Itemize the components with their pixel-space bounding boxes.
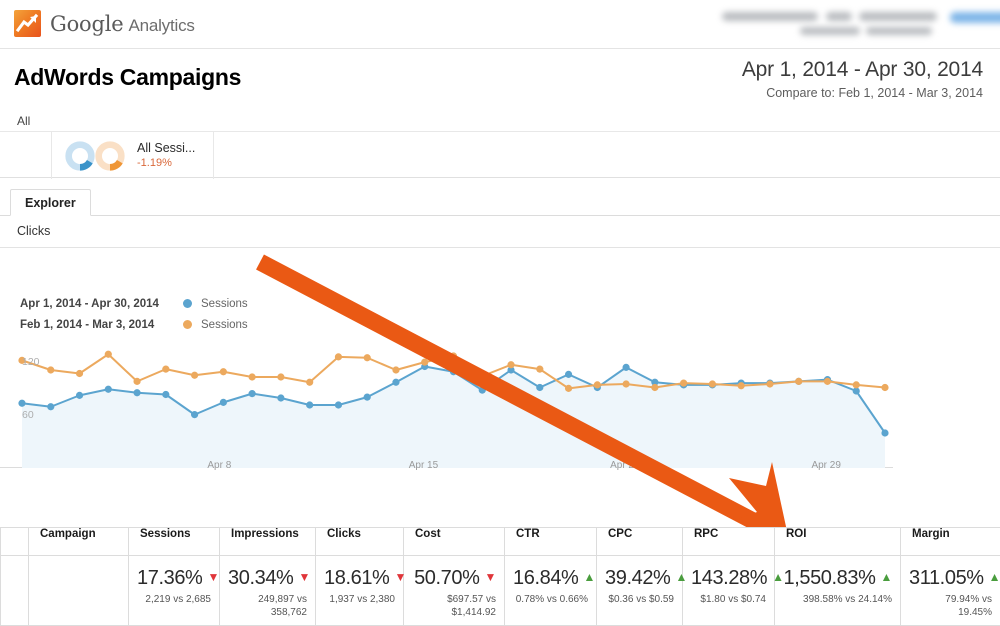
- x-axis-tick: Apr 22: [610, 460, 639, 471]
- metric-percent: 143.28%▲: [691, 566, 766, 589]
- legend-name-current: Sessions: [201, 298, 248, 310]
- segment-name: All Sessi...: [137, 141, 195, 155]
- segment-group-label: All: [17, 114, 30, 128]
- col-impressions[interactable]: Impressions: [220, 528, 316, 556]
- metric-comparison: $1.80 vs $0.74: [691, 593, 766, 606]
- arrow-up-icon: ▲: [881, 566, 892, 588]
- metric-cell-cost: 50.70%▼ $697.57 vs $1,414.92: [404, 556, 505, 626]
- sessions-trend-chart: Apr 1, 2014 - Apr 30, 2014 Sessions Feb …: [0, 248, 1000, 513]
- logo-google-text: Google: [50, 12, 123, 36]
- metric-label-clicks[interactable]: Clicks: [17, 224, 50, 238]
- segment-delta: -1.19%: [137, 157, 195, 170]
- metric-comparison: 2,219 vs 2,685: [137, 593, 211, 606]
- col-margin[interactable]: Margin: [901, 528, 1000, 556]
- metric-comparison: 398.58% vs 24.14%: [783, 593, 892, 606]
- metric-percent: 311.05%▲: [909, 566, 992, 589]
- date-range-selector[interactable]: Apr 1, 2014 - Apr 30, 2014 Compare to: F…: [742, 58, 983, 100]
- metric-cell-ctr: 16.84%▲ 0.78% vs 0.66%: [505, 556, 597, 626]
- metric-sub-nav: Clicks: [0, 216, 1000, 248]
- segment-donuts: [63, 139, 127, 173]
- arrow-down-icon: ▼: [207, 566, 218, 588]
- metric-cell-impressions: 30.34%▼ 249,897 vs 358,762: [220, 556, 316, 626]
- y-axis-tick: 120: [22, 356, 40, 368]
- metric-percent: 39.42%▲: [605, 566, 674, 589]
- date-range-primary: Apr 1, 2014 - Apr 30, 2014: [742, 58, 983, 82]
- col-ctr[interactable]: CTR: [505, 528, 597, 556]
- arrow-up-icon: ▲: [989, 566, 1000, 588]
- row-select-cell[interactable]: [1, 556, 29, 626]
- metric-percent: 18.61%▼: [324, 566, 395, 589]
- donut-orange-icon: [93, 139, 127, 173]
- metric-cell-clicks: 18.61%▼ 1,937 vs 2,380: [316, 556, 404, 626]
- col-rpc[interactable]: RPC: [683, 528, 775, 556]
- top-bar: Google Analytics: [0, 0, 1000, 49]
- col-clicks[interactable]: Clicks: [316, 528, 404, 556]
- tab-explorer[interactable]: Explorer: [10, 189, 91, 216]
- metric-comparison: $0.36 vs $0.59: [605, 593, 674, 606]
- legend-date-current: Apr 1, 2014 - Apr 30, 2014: [20, 298, 183, 310]
- col-select[interactable]: [1, 528, 29, 556]
- logo-wordmark: Google Analytics: [50, 12, 195, 36]
- metric-cell-sessions: 17.36%▼ 2,219 vs 2,685: [129, 556, 220, 626]
- segment-chip-all-sessions[interactable]: All Sessi... -1.19%: [52, 132, 195, 179]
- campaign-cell[interactable]: [29, 556, 129, 626]
- metric-comparison: 0.78% vs 0.66%: [513, 593, 588, 606]
- segment-divider-right: [213, 132, 214, 179]
- metric-comparison: $697.57 vs $1,414.92: [412, 593, 496, 619]
- arrow-up-icon: ▲: [772, 566, 783, 588]
- segment-chip-text: All Sessi... -1.19%: [137, 141, 195, 170]
- arrow-down-icon: ▼: [485, 566, 496, 588]
- analytics-report-page: Google Analytics AdWords Campaigns Apr 1,…: [0, 0, 1000, 626]
- table-row[interactable]: 17.36%▼ 2,219 vs 2,685 30.34%▼ 249,897 vs 3…: [1, 556, 1000, 626]
- page-title: AdWords Campaigns: [14, 64, 241, 91]
- logo-analytics-text: Analytics: [128, 16, 194, 35]
- metric-percent: 1,550.83%▲: [783, 566, 892, 589]
- account-info-redacted[interactable]: [704, 8, 990, 40]
- legend-dot-current: [183, 299, 192, 308]
- x-axis-tick: Apr 8: [207, 460, 231, 471]
- y-axis-tick: 60: [22, 409, 34, 421]
- arrow-down-icon: ▼: [394, 566, 405, 588]
- chart-plot-area: [0, 328, 1000, 468]
- donut-blue-icon: [63, 139, 97, 173]
- metric-comparison: 1,937 vs 2,380: [324, 593, 395, 606]
- metric-percent: 50.70%▼: [412, 566, 496, 589]
- campaign-metrics-table: Campaign Sessions Impressions Clicks Cos…: [0, 527, 1000, 626]
- metric-cell-rpc: 143.28%▲ $1.80 vs $0.74: [683, 556, 775, 626]
- legend-item-current[interactable]: Apr 1, 2014 - Apr 30, 2014 Sessions: [20, 293, 248, 314]
- metric-cell-cpc: 39.42%▲ $0.36 vs $0.59: [597, 556, 683, 626]
- x-axis-tick: Apr 15: [409, 460, 438, 471]
- col-roi[interactable]: ROI: [775, 528, 901, 556]
- segment-bar: All Sessi... -1.19%: [0, 131, 1000, 178]
- metric-comparison: 249,897 vs 358,762: [228, 593, 307, 619]
- arrow-down-icon: ▼: [298, 566, 309, 588]
- metric-percent: 17.36%▼: [137, 566, 211, 589]
- arrow-up-icon: ▲: [675, 566, 686, 588]
- col-cost[interactable]: Cost: [404, 528, 505, 556]
- ga-chart-icon: [14, 10, 41, 37]
- date-range-compare: Compare to: Feb 1, 2014 - Mar 3, 2014: [742, 86, 983, 100]
- metric-cell-margin: 311.05%▲ 79.94% vs 19.45%: [901, 556, 1000, 626]
- metric-percent: 30.34%▼: [228, 566, 307, 589]
- col-cpc[interactable]: CPC: [597, 528, 683, 556]
- col-sessions[interactable]: Sessions: [129, 528, 220, 556]
- metric-comparison: 79.94% vs 19.45%: [909, 593, 992, 619]
- arrow-up-icon: ▲: [583, 566, 594, 588]
- page-header: AdWords Campaigns Apr 1, 2014 - Apr 30, …: [0, 49, 1000, 109]
- tab-strip: Explorer: [0, 189, 1000, 216]
- metric-percent: 16.84%▲: [513, 566, 588, 589]
- col-campaign[interactable]: Campaign: [29, 528, 129, 556]
- metric-cell-roi: 1,550.83%▲ 398.58% vs 24.14%: [775, 556, 901, 626]
- google-analytics-logo[interactable]: Google Analytics: [14, 10, 195, 37]
- x-axis-tick: Apr 29: [811, 460, 840, 471]
- table-header-row: Campaign Sessions Impressions Clicks Cos…: [1, 528, 1000, 556]
